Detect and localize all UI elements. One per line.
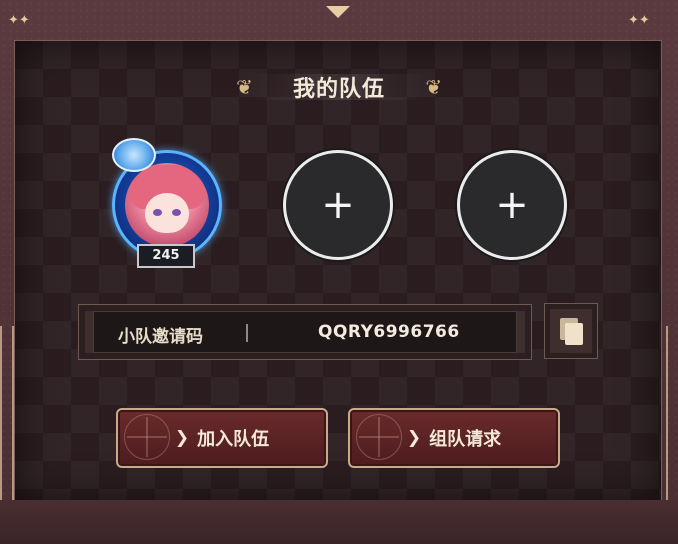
player-level-badge: 245 [137,244,195,268]
chevron-right-icon: ❯ [406,428,422,448]
laurel-left-icon: ❦ [236,75,253,99]
star-ornament-icon: ✦✦ [628,13,650,28]
bottom-frame [0,500,678,544]
team-panel [14,40,662,502]
star-ornament-icon: ✦✦ [8,13,30,28]
team-request-button[interactable]: ❯ 组队请求 [348,408,560,468]
plus-icon: + [495,182,529,228]
join-team-label: 加入队伍 [197,429,270,450]
invite-code-box: 小队邀请码 QQRY6996766 [78,304,532,360]
compass-ornament-icon [124,414,170,460]
panel-header: ❦ 我的队伍 ❦ [230,68,448,106]
divider [246,324,248,342]
plus-icon: + [321,182,355,228]
wolf-crest-icon [112,138,156,172]
panel-title: 我的队伍 [292,77,385,102]
invite-code-label: 小队邀请码 [118,327,203,347]
add-member-slot-2[interactable]: + [283,150,393,260]
copy-code-button[interactable] [544,303,598,359]
top-notch-icon [326,6,350,18]
team-request-label: 组队请求 [429,429,502,450]
player-avatar-icon [125,163,209,247]
laurel-right-icon: ❦ [425,75,442,99]
add-member-slot-3[interactable]: + [457,150,567,260]
invite-code-value: QQRY6996766 [318,322,460,342]
compass-ornament-icon [356,414,402,460]
chevron-right-icon: ❯ [174,428,190,448]
join-team-button[interactable]: ❯ 加入队伍 [116,408,328,468]
